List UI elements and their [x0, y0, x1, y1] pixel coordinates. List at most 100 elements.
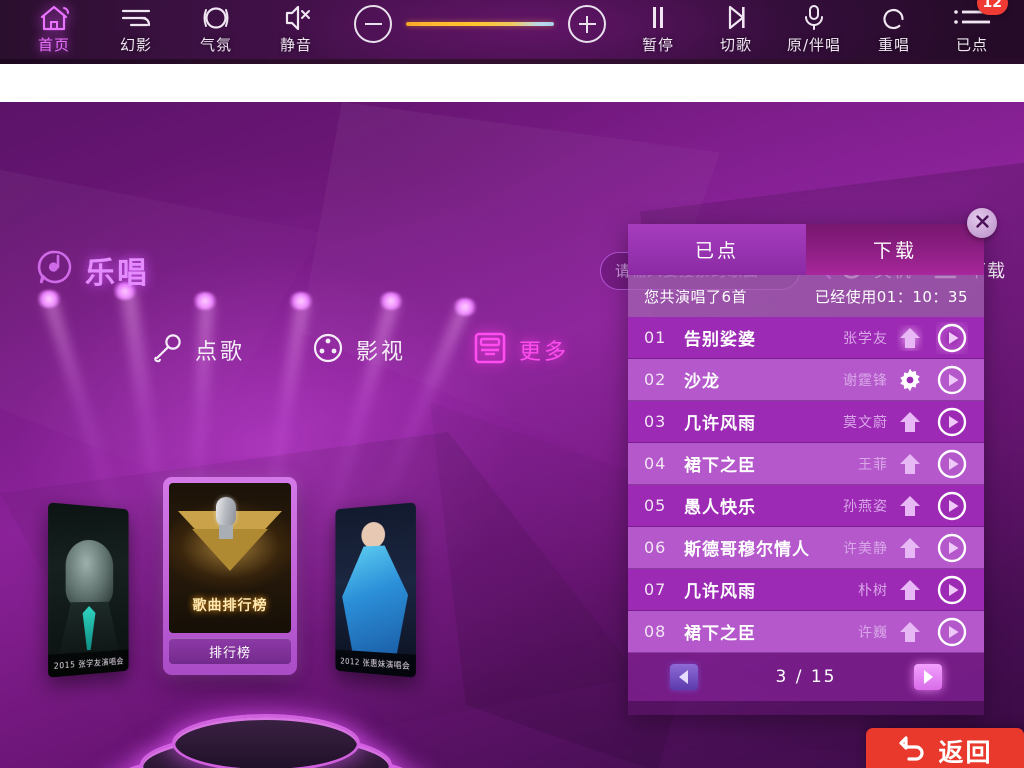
film-reel-icon — [311, 331, 345, 369]
play-circle-icon[interactable] — [932, 574, 972, 606]
topbar-item-mute[interactable]: 静音 — [250, 0, 342, 62]
repeat-icon — [877, 1, 911, 35]
app-logo-text: 乐唱 — [85, 256, 149, 291]
volume-slider-group[interactable] — [350, 0, 610, 62]
up-arrow-icon[interactable] — [888, 451, 932, 477]
caret-right-icon — [923, 670, 933, 684]
volume-down-button[interactable] — [354, 5, 392, 43]
row-artist: 许巍 — [858, 624, 888, 641]
row-index: 02 — [644, 370, 667, 389]
table-row[interactable]: 08 裙下之臣 许巍 — [628, 611, 984, 653]
topbar-item-label: 重唱 — [877, 36, 910, 54]
gear-icon[interactable] — [888, 367, 932, 393]
playlist-summary: 您共演唱了6首 已经使用01：10：35 — [628, 275, 984, 317]
plus-glyph-v — [586, 15, 588, 33]
carousel-card-right[interactable]: 2012 张惠妹演唱会 — [335, 502, 416, 678]
row-artist: 张学友 — [843, 330, 888, 347]
table-row[interactable]: 07 几许风雨 朴树 — [628, 569, 984, 611]
row-index: 08 — [644, 622, 667, 641]
topbar-item-label: 首页 — [37, 36, 70, 54]
main-nav: 点歌 影视 更多 — [150, 330, 569, 370]
volume-track[interactable] — [406, 22, 554, 26]
up-arrow-icon[interactable] — [888, 577, 932, 603]
carousel-card-caption: 2012 张惠妹演唱会 — [335, 649, 416, 678]
pause-icon — [641, 1, 675, 35]
light-head — [36, 290, 62, 308]
nav-item-video[interactable]: 影视 — [311, 331, 406, 369]
next-page-button[interactable] — [914, 664, 943, 690]
topbar-item-home[interactable]: 首页 — [8, 0, 100, 62]
podium-ring-mid — [140, 732, 392, 768]
microphone-graphic — [216, 497, 236, 527]
podium — [106, 714, 426, 768]
topbar-item-phantom[interactable]: 幻影 — [90, 0, 182, 62]
up-arrow-icon[interactable] — [888, 493, 932, 519]
table-row[interactable]: 05 愚人快乐 孙燕姿 — [628, 485, 984, 527]
row-index: 04 — [644, 454, 667, 473]
light-head — [192, 292, 218, 310]
nav-item-song[interactable]: 点歌 — [150, 331, 245, 369]
row-title: 愚人快乐 — [684, 498, 756, 518]
up-arrow-icon[interactable] — [888, 325, 932, 351]
volume-up-button[interactable] — [568, 5, 606, 43]
up-arrow-icon[interactable] — [888, 535, 932, 561]
play-circle-icon[interactable] — [932, 532, 972, 564]
carousel-card-left[interactable]: 2015 张学友演唱会 — [48, 502, 129, 678]
topbar-item-label: 已点 — [955, 36, 988, 54]
podium-ring-outer — [106, 750, 426, 768]
topbar-item-label: 切歌 — [719, 36, 752, 54]
row-index: 07 — [644, 580, 667, 599]
topbar-item-label: 暂停 — [641, 36, 674, 54]
prev-page-button[interactable] — [669, 664, 698, 690]
row-title: 几许风雨 — [684, 414, 756, 434]
carousel-card-label: 排行榜 — [169, 638, 291, 664]
app-logo: 乐唱 — [36, 248, 149, 292]
poster-face — [361, 521, 386, 549]
page-indicator: 3 / 15 — [775, 667, 837, 687]
up-arrow-icon[interactable] — [888, 619, 932, 645]
topbar-item-label: 幻影 — [119, 36, 152, 54]
microphone-icon — [150, 331, 184, 369]
topbar-item-atmosphere[interactable]: 气氛 — [170, 0, 262, 62]
play-circle-icon[interactable] — [932, 448, 972, 480]
play-circle-icon[interactable] — [932, 490, 972, 522]
row-index: 06 — [644, 538, 667, 557]
topbar-item-vocal-toggle[interactable]: 原/伴唱 — [768, 0, 860, 62]
topbar-item-label: 气氛 — [199, 36, 232, 54]
carousel-card-center[interactable]: 歌曲排行榜 排行榜 — [163, 477, 297, 675]
light-head — [452, 298, 478, 316]
back-button[interactable]: 返回 — [866, 728, 1024, 768]
poster-right: 2012 张惠妹演唱会 — [335, 502, 416, 678]
row-artist: 朴树 — [858, 582, 888, 599]
up-arrow-icon[interactable] — [888, 409, 932, 435]
bg-facet — [0, 162, 320, 482]
queue-count-badge: 12 — [976, 0, 1008, 15]
table-row[interactable]: 04 裙下之臣 王菲 — [628, 443, 984, 485]
row-index: 03 — [644, 412, 667, 431]
play-circle-icon[interactable] — [932, 616, 972, 648]
poster-left: 2015 张学友演唱会 — [48, 502, 129, 678]
play-circle-icon[interactable] — [932, 364, 972, 396]
poster-dress — [342, 544, 408, 654]
white-separator — [0, 64, 1024, 102]
nav-item-more[interactable]: 更多 — [472, 330, 569, 370]
microphone-icon — [797, 1, 831, 35]
tab-downloads[interactable]: 下载 — [806, 224, 984, 275]
table-row[interactable]: 06 斯德哥穆尔情人 许美静 — [628, 527, 984, 569]
undo-arrow-icon — [897, 734, 927, 768]
play-circle-icon[interactable] — [932, 322, 972, 354]
topbar-item-queue[interactable]: 已点 12 — [926, 0, 1018, 62]
play-circle-icon[interactable] — [932, 406, 972, 438]
table-row[interactable]: 02 沙龙 谢霆锋 — [628, 359, 984, 401]
row-artist: 许美静 — [843, 540, 888, 557]
table-row[interactable]: 01 告别娑婆 张学友 — [628, 317, 984, 359]
playlist-rows: 01 告别娑婆 张学友 02 沙龙 谢霆锋 03 几许风雨 莫文蔚 04 裙下之… — [628, 317, 984, 653]
playlist-panel: 已点 下载 您共演唱了6首 已经使用01：10：35 01 告别娑婆 张学友 0… — [628, 224, 984, 715]
row-title: 告别娑婆 — [684, 330, 756, 350]
row-artist: 王菲 — [858, 456, 888, 473]
tab-queued[interactable]: 已点 — [628, 224, 806, 275]
close-panel-button[interactable] — [967, 208, 997, 238]
nav-item-label: 更多 — [519, 340, 570, 365]
carousel-card-caption: 2015 张学友演唱会 — [48, 649, 129, 678]
table-row[interactable]: 03 几许风雨 莫文蔚 — [628, 401, 984, 443]
